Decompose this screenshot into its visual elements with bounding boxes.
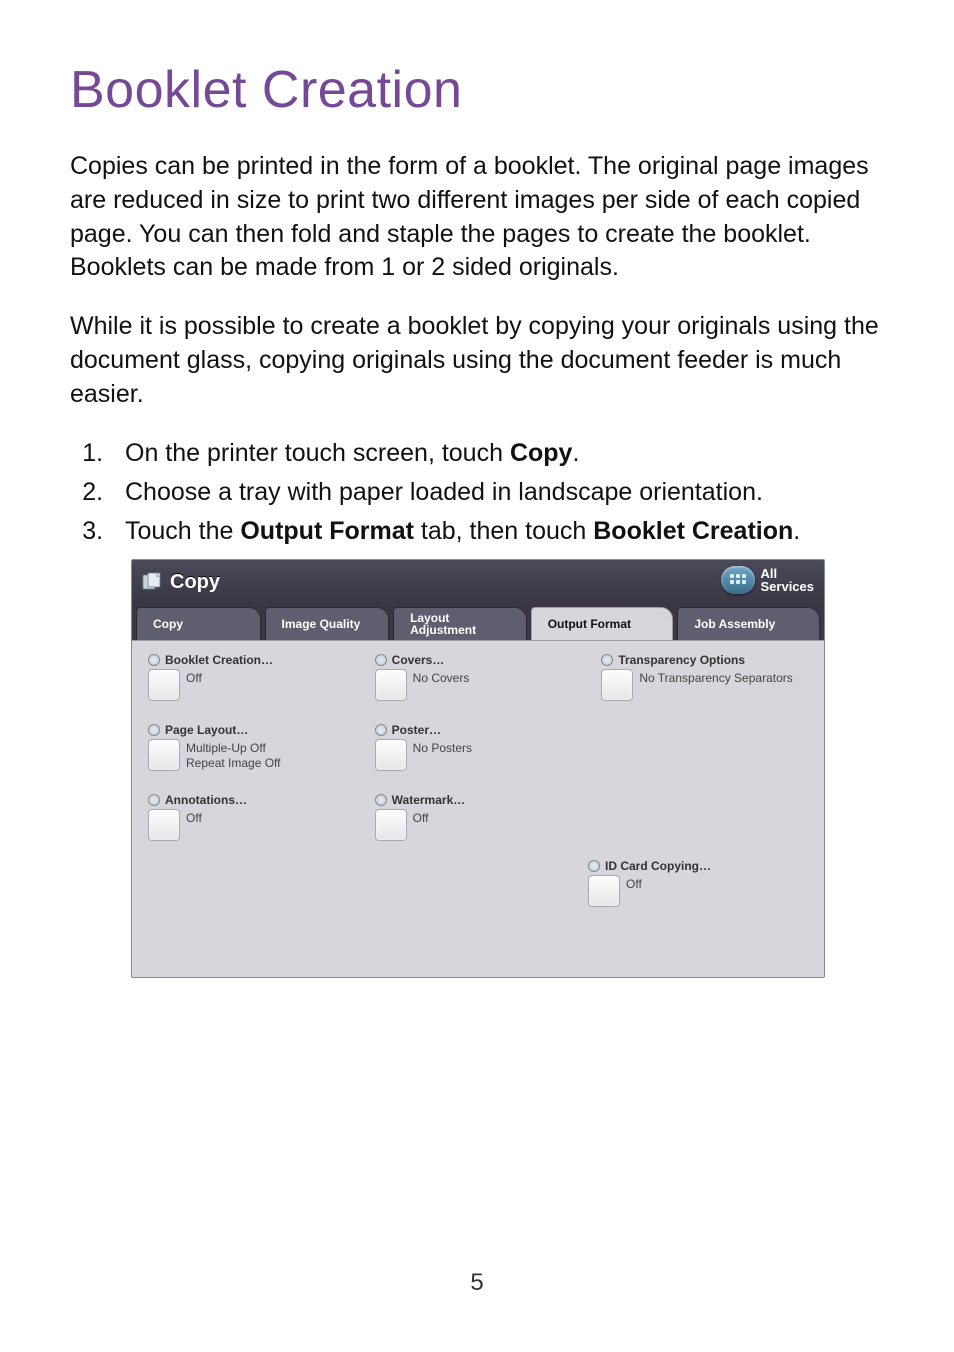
radio-icon (375, 724, 387, 736)
radio-icon (148, 654, 160, 666)
radio-icon (588, 860, 600, 872)
option-id-card-copying[interactable]: ID Card Copying… Off (588, 859, 808, 907)
radio-icon (148, 724, 160, 736)
all-services-button[interactable]: All Services (721, 566, 815, 594)
radio-icon (601, 654, 613, 666)
page-number: 5 (0, 1269, 954, 1297)
option-transparency-options[interactable]: Transparency Options No Transparency Sep… (601, 653, 808, 701)
tab-job-assembly[interactable]: Job Assembly (677, 607, 820, 640)
page-title: Booklet Creation (70, 60, 884, 120)
screenshot-header: Copy All Services (132, 560, 824, 604)
option-poster[interactable]: Poster… No Posters (375, 723, 582, 771)
radio-icon (375, 654, 387, 666)
tab-copy[interactable]: Copy (136, 607, 261, 640)
radio-icon (375, 794, 387, 806)
printer-touchscreen-screenshot: Copy All Services Copy Image Quality Lay… (131, 559, 825, 978)
option-thumb-button[interactable] (375, 669, 407, 701)
option-thumb-button[interactable] (148, 669, 180, 701)
copy-app-icon (142, 572, 164, 592)
step1-text: On the printer touch screen, touch (125, 439, 510, 467)
option-covers[interactable]: Covers… No Covers (375, 653, 582, 701)
instruction-step-3: Touch the Output Format tab, then touch … (110, 514, 884, 549)
step3-bold-2: Booklet Creation (593, 517, 793, 545)
tab-output-format[interactable]: Output Format (531, 607, 674, 640)
option-thumb-button[interactable] (375, 809, 407, 841)
tab-content-output-format: Booklet Creation… Off Covers… No Covers … (132, 640, 824, 977)
tab-image-quality[interactable]: Image Quality (265, 607, 390, 640)
instructions-list: On the printer touch screen, touch Copy.… (70, 436, 884, 549)
step3-bold-1: Output Format (240, 517, 414, 545)
option-watermark[interactable]: Watermark… Off (375, 793, 582, 841)
option-thumb-button[interactable] (601, 669, 633, 701)
intro-paragraph-2: While it is possible to create a booklet… (70, 310, 884, 411)
screenshot-header-title: Copy (170, 571, 220, 594)
all-services-icon (721, 566, 755, 594)
tab-layout-adjustment[interactable]: LayoutAdjustment (393, 607, 527, 640)
all-services-label-line2: Services (761, 579, 815, 594)
option-booklet-creation[interactable]: Booklet Creation… Off (148, 653, 355, 701)
option-thumb-button[interactable] (588, 875, 620, 907)
option-thumb-button[interactable] (375, 739, 407, 771)
tab-row: Copy Image Quality LayoutAdjustment Outp… (132, 604, 824, 640)
radio-icon (148, 794, 160, 806)
option-thumb-button[interactable] (148, 809, 180, 841)
step1-bold: Copy (510, 439, 573, 467)
instruction-step-1: On the printer touch screen, touch Copy. (110, 436, 884, 471)
option-annotations[interactable]: Annotations… Off (148, 793, 355, 841)
option-page-layout[interactable]: Page Layout… Multiple-Up OffRepeat Image… (148, 723, 355, 771)
intro-paragraph-1: Copies can be printed in the form of a b… (70, 150, 884, 285)
instruction-step-2: Choose a tray with paper loaded in lands… (110, 475, 884, 510)
option-thumb-button[interactable] (148, 739, 180, 771)
